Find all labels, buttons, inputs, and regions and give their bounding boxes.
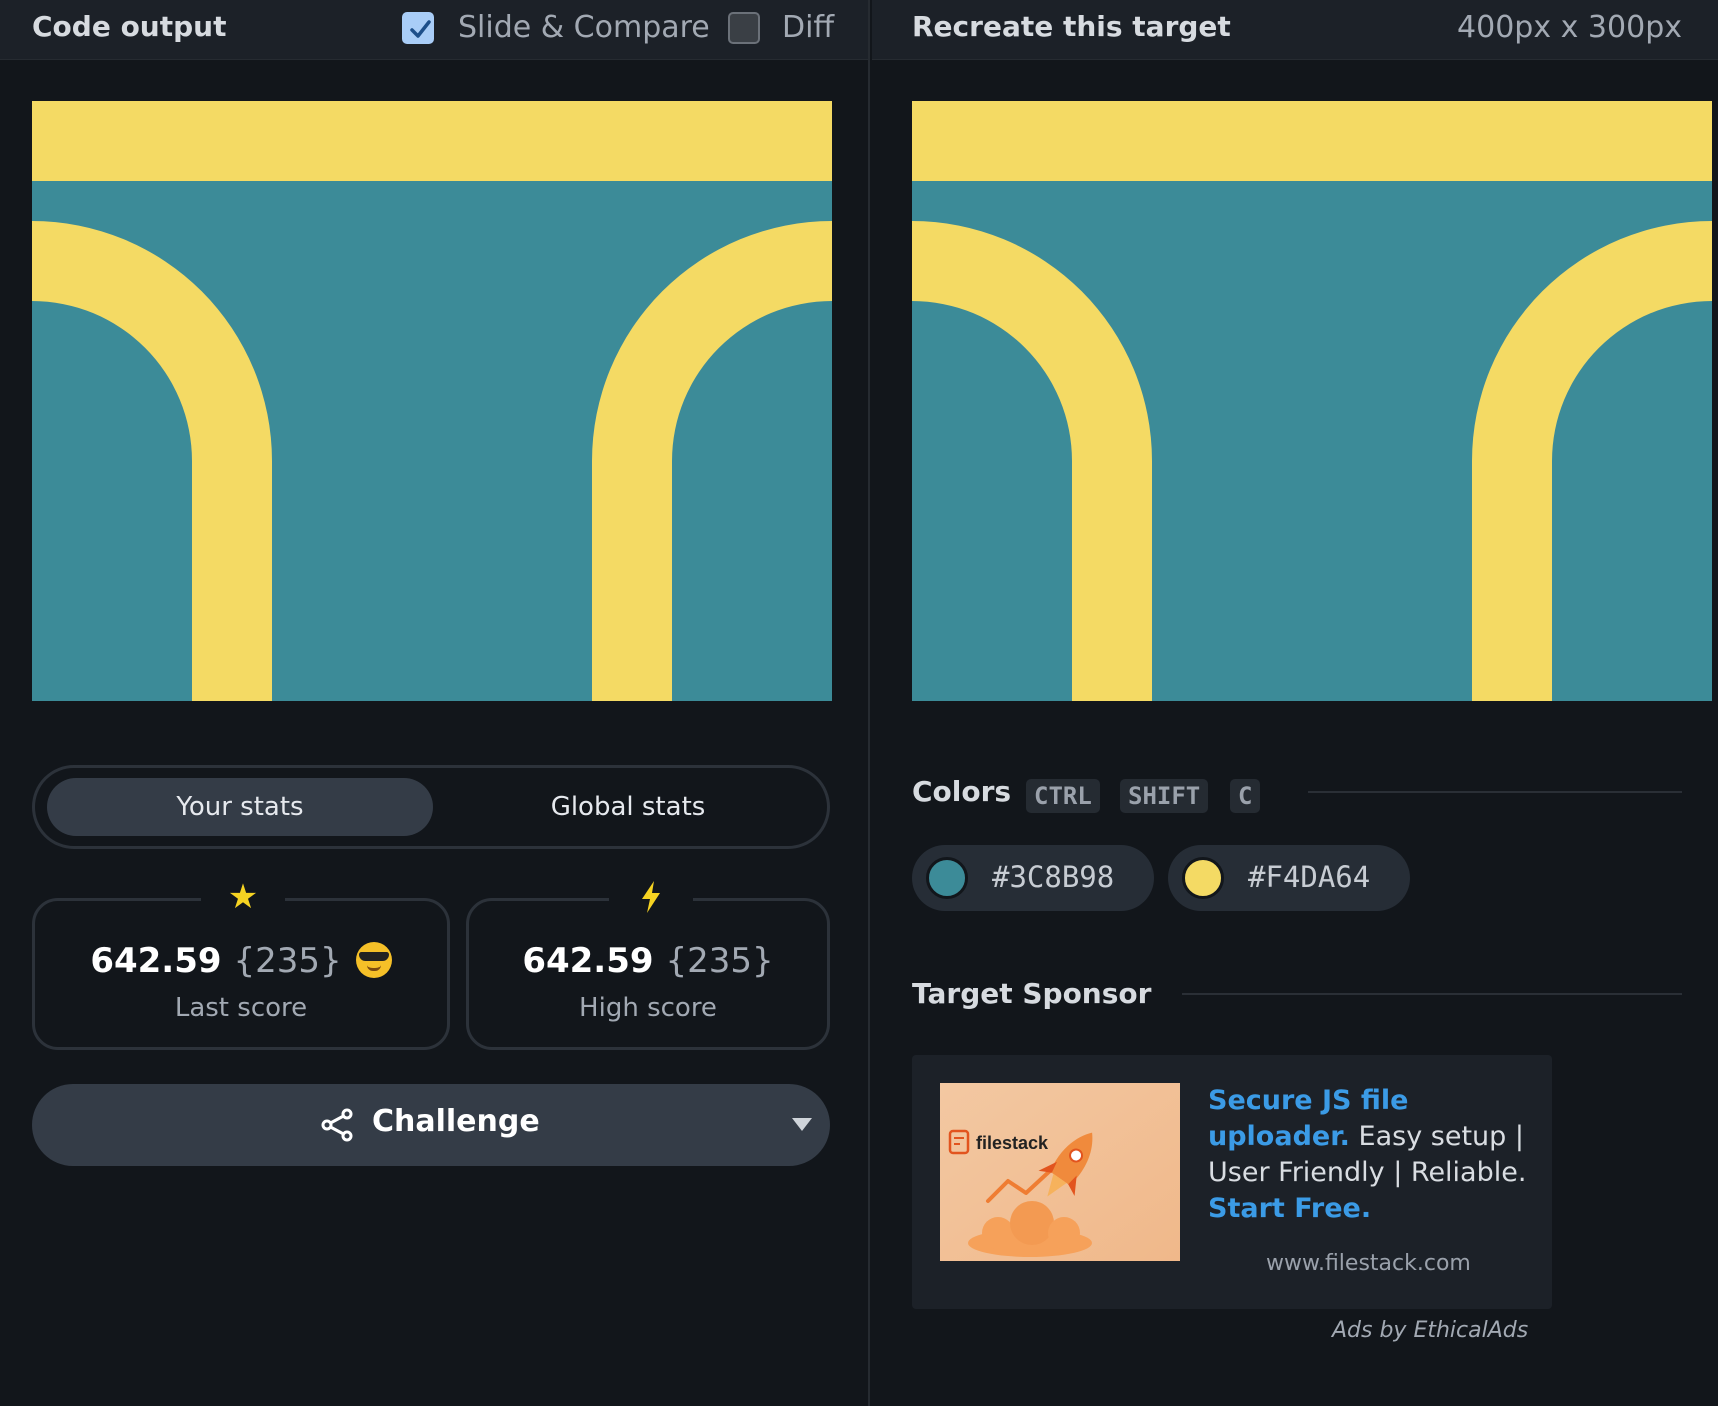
last-score-card: ★ 642.59 {235} Last score xyxy=(32,879,450,1050)
sponsor-ad[interactable]: filestack Secure JS file uploader. Easy … xyxy=(912,1055,1552,1309)
last-score-value: 642.59 xyxy=(90,941,222,981)
challenge-button[interactable]: Challenge xyxy=(32,1084,830,1166)
kbd-shift: SHIFT xyxy=(1120,779,1209,813)
high-score-label: High score xyxy=(579,993,717,1023)
last-score-chars: {235} xyxy=(233,941,342,981)
sponsor-divider xyxy=(1182,993,1682,995)
last-score-row: 642.59 {235} xyxy=(35,941,447,981)
target-render xyxy=(912,101,1712,701)
target-preview xyxy=(912,101,1712,701)
colors-heading: Colors xyxy=(912,775,1012,808)
target-panel: Recreate this target 400px x 300px Color… xyxy=(872,0,1718,1406)
filestack-ad-image[interactable]: filestack xyxy=(940,1083,1180,1261)
high-score-value: 642.59 xyxy=(522,941,654,981)
code-output-panel: Code output Slide & Compare Diff Your st… xyxy=(0,0,870,1406)
output-render xyxy=(32,101,832,701)
background-rect xyxy=(912,101,1712,701)
checkmark-icon xyxy=(410,20,431,38)
tab-your-stats[interactable]: Your stats xyxy=(47,778,433,836)
colors-divider xyxy=(1308,791,1682,793)
last-score-label: Last score xyxy=(174,993,308,1023)
tab-global-stats[interactable]: Global stats xyxy=(435,778,821,836)
background-rect xyxy=(32,101,832,701)
color-swatch-yellow[interactable]: #F4DA64 xyxy=(1168,845,1410,911)
target-dimensions: 400px x 300px xyxy=(1457,10,1682,45)
ad-cta[interactable]: Start Free. xyxy=(1208,1193,1371,1224)
yellow-color-dot xyxy=(1182,857,1224,899)
slide-compare-checkbox[interactable] xyxy=(402,12,434,44)
chevron-down-icon[interactable] xyxy=(792,1118,812,1131)
ads-by-label[interactable]: Ads by EthicalAds xyxy=(1332,1318,1528,1343)
diff-checkbox[interactable] xyxy=(728,12,760,44)
ad-url[interactable]: www.filestack.com xyxy=(1266,1251,1471,1276)
share-icon xyxy=(321,1108,353,1142)
sponsor-heading: Target Sponsor xyxy=(912,977,1152,1010)
sunglasses-emoji-icon xyxy=(355,942,392,978)
top-band xyxy=(912,101,1712,181)
target-title: Recreate this target xyxy=(912,10,1231,43)
kbd-c: C xyxy=(1230,779,1261,813)
slide-compare-label[interactable]: Slide & Compare xyxy=(458,10,710,45)
stats-toggle: Your stats Global stats xyxy=(32,765,830,849)
diff-label[interactable]: Diff xyxy=(782,10,834,45)
teal-hex: #3C8B98 xyxy=(992,860,1115,894)
rocket-illustration: filestack xyxy=(940,1083,1180,1261)
ad-copy[interactable]: Secure JS file uploader. Easy setup | Us… xyxy=(1208,1083,1528,1227)
code-output-header: Code output Slide & Compare Diff xyxy=(0,0,868,60)
star-icon: ★ xyxy=(201,879,285,915)
teal-color-dot xyxy=(926,857,968,899)
high-score-card: 642.59 {235} High score xyxy=(466,879,830,1050)
high-score-row: 642.59 {235} xyxy=(469,941,827,981)
challenge-label: Challenge xyxy=(372,1104,540,1139)
color-swatch-teal[interactable]: #3C8B98 xyxy=(912,845,1154,911)
high-score-chars: {235} xyxy=(665,941,774,981)
lightning-icon xyxy=(609,879,693,915)
target-header: Recreate this target 400px x 300px xyxy=(872,0,1718,60)
kbd-ctrl: CTRL xyxy=(1026,779,1100,813)
filestack-brand: filestack xyxy=(976,1133,1049,1153)
yellow-hex: #F4DA64 xyxy=(1248,860,1371,894)
code-output-title: Code output xyxy=(32,10,227,43)
code-output-preview[interactable] xyxy=(32,101,832,701)
top-band xyxy=(32,101,832,181)
